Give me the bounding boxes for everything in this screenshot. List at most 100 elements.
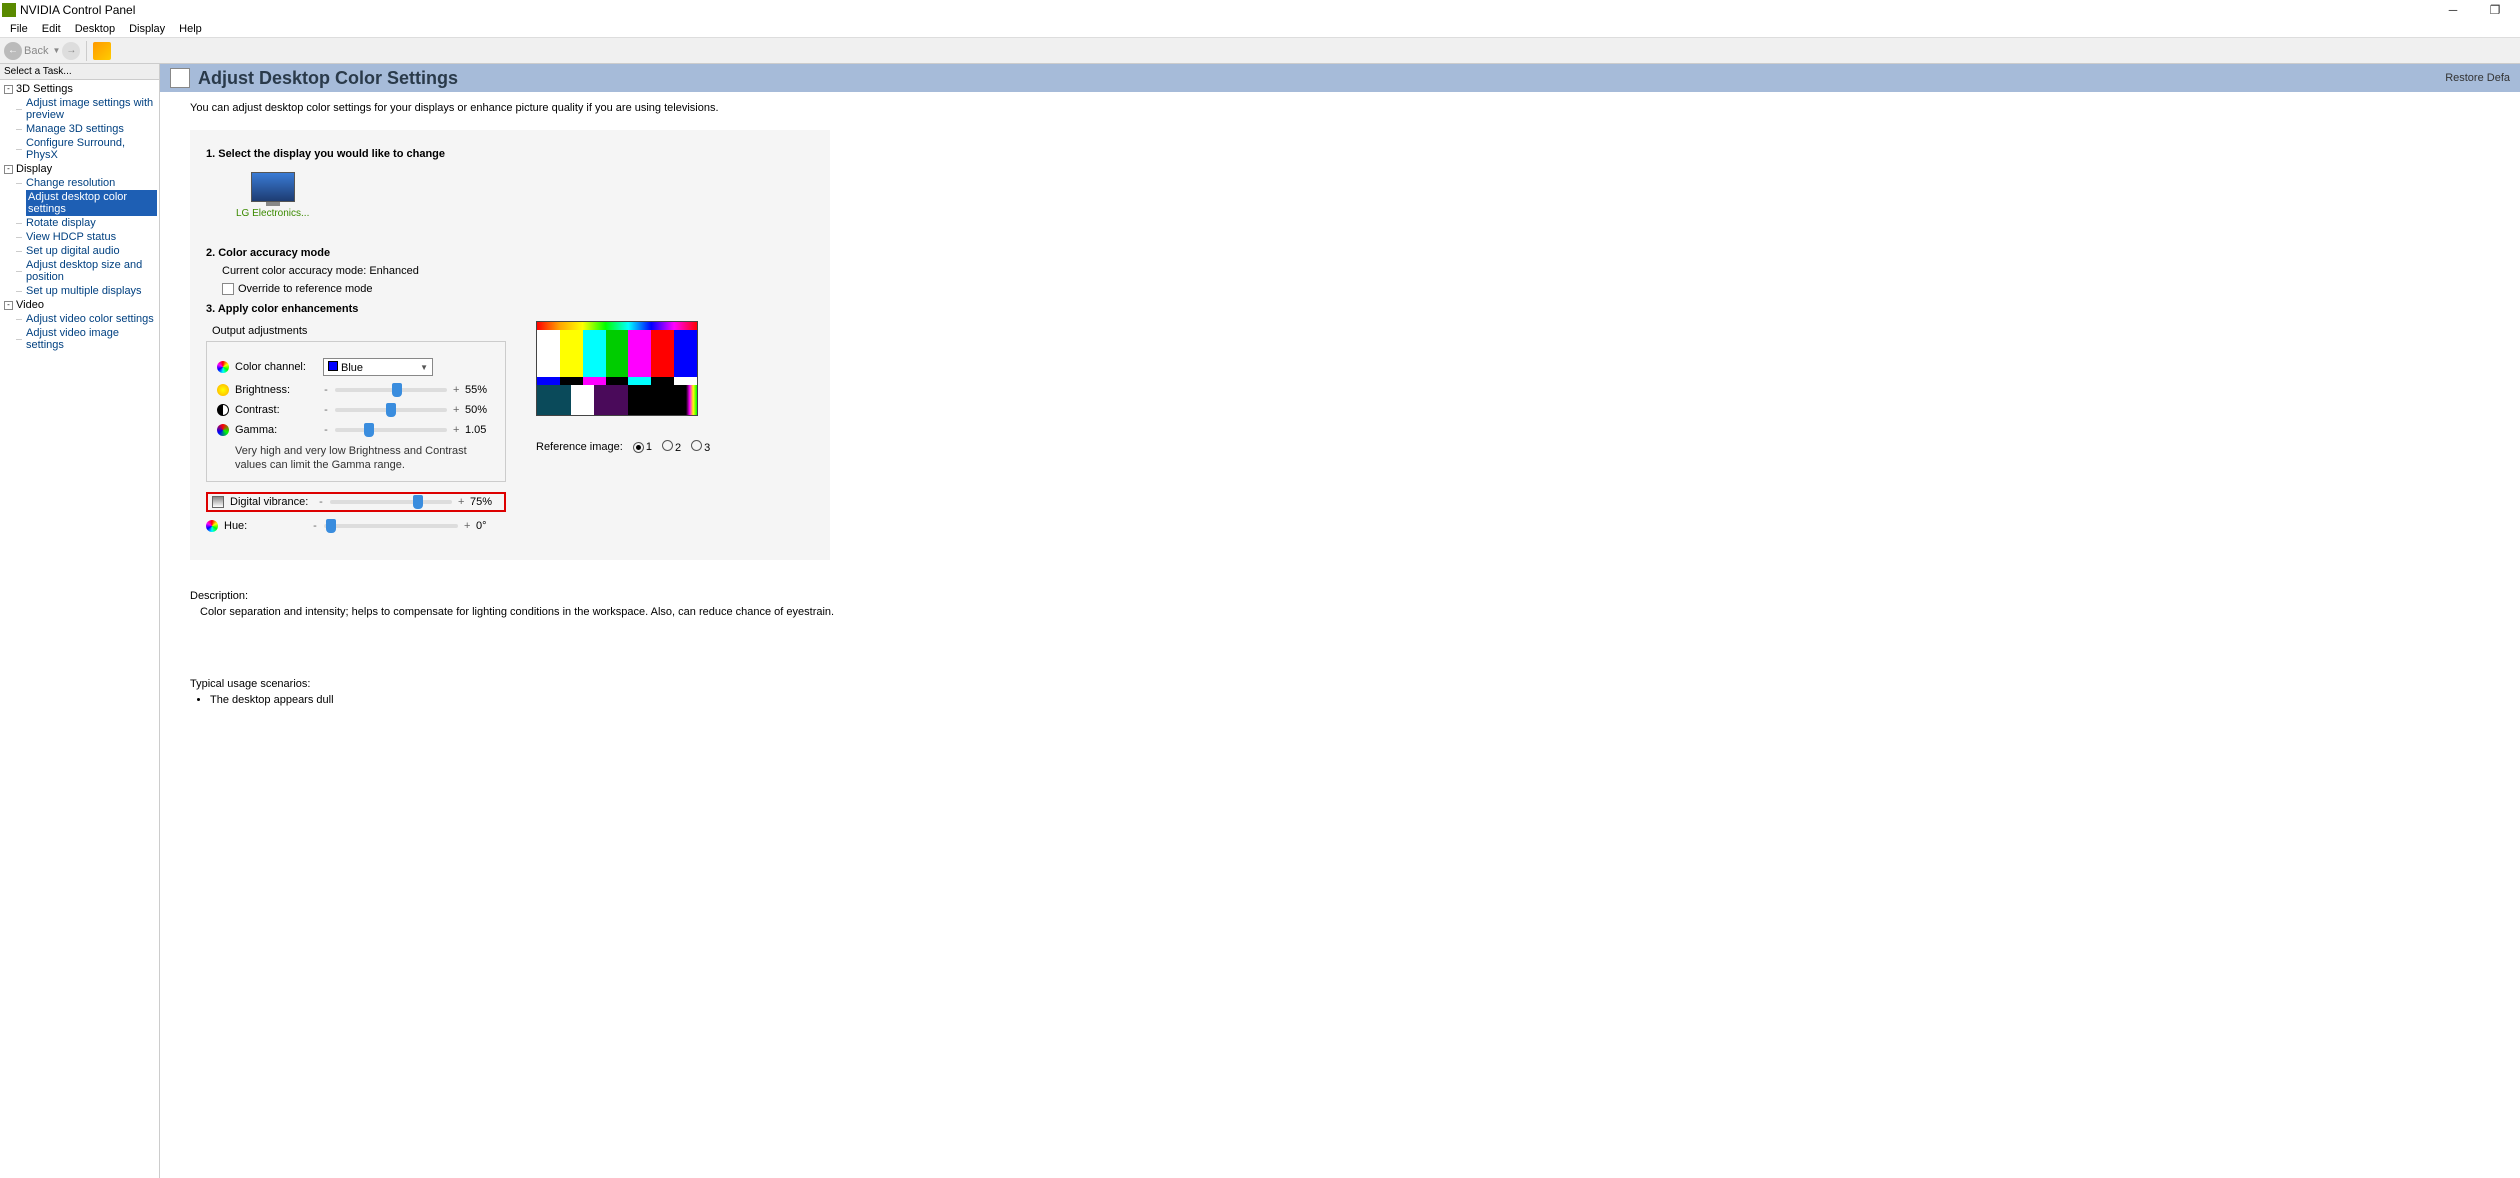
display-name: LG Electronics... (236, 208, 309, 219)
color-channel-label: Color channel: (235, 361, 317, 373)
home-button[interactable] (93, 42, 111, 60)
color-channel-select[interactable]: Blue ▼ (323, 358, 433, 376)
sidebar-header: Select a Task... (0, 64, 159, 80)
hue-label: Hue: (224, 520, 306, 532)
ref-image-label: Reference image: (536, 441, 623, 453)
chevron-down-icon: ▼ (420, 363, 428, 372)
slider-thumb[interactable] (413, 495, 423, 509)
vibrance-icon (212, 496, 224, 508)
gamma-note: Very high and very low Brightness and Co… (235, 444, 495, 473)
settings-panel: 1. Select the display you would like to … (190, 130, 830, 560)
content-header: Adjust Desktop Color Settings Restore De… (160, 64, 2520, 92)
brightness-icon (217, 384, 229, 396)
forward-button[interactable]: → (62, 42, 80, 60)
contrast-label: Contrast: (235, 404, 317, 416)
usage-label: Typical usage scenarios: (190, 678, 2490, 690)
reference-block: Reference image: 1 2 3 (536, 321, 710, 454)
task-tree: -3D Settings Adjust image settings with … (0, 80, 159, 354)
separator (86, 41, 87, 61)
tree-item-adjust-color[interactable]: Adjust desktop color settings (26, 190, 157, 216)
maximize-button[interactable]: ❐ (2480, 0, 2510, 20)
brightness-value: 55% (465, 384, 495, 396)
hue-icon (206, 520, 218, 532)
app-icon (2, 3, 16, 17)
override-checkbox[interactable] (222, 283, 234, 295)
slider-thumb[interactable] (364, 423, 374, 437)
rgb-icon (217, 361, 229, 373)
digital-vibrance-row: Digital vibrance: - + 75% (206, 492, 506, 512)
gamma-slider[interactable] (335, 428, 447, 432)
page-title: Adjust Desktop Color Settings (198, 68, 458, 89)
menu-edit[interactable]: Edit (36, 22, 67, 36)
contrast-icon (217, 404, 229, 416)
titlebar: NVIDIA Control Panel ─ ❐ (0, 0, 2520, 20)
reference-image (536, 321, 698, 416)
collapse-icon: - (4, 85, 13, 94)
tree-item-hdcp[interactable]: View HDCP status (2, 230, 157, 244)
slider-thumb[interactable] (326, 519, 336, 533)
tree-item-surround[interactable]: Configure Surround, PhysX (2, 136, 157, 162)
gamma-icon (217, 424, 229, 436)
blue-swatch-icon (328, 361, 338, 371)
vibrance-label: Digital vibrance: (230, 496, 312, 508)
slider-thumb[interactable] (392, 383, 402, 397)
tree-item-video-image[interactable]: Adjust video image settings (2, 326, 157, 352)
minimize-button[interactable]: ─ (2438, 0, 2468, 20)
contrast-slider[interactable] (335, 408, 447, 412)
override-label: Override to reference mode (238, 283, 373, 295)
ref-radio-3[interactable] (691, 440, 702, 451)
contrast-value: 50% (465, 404, 495, 416)
sidebar: Select a Task... -3D Settings Adjust ima… (0, 64, 160, 1178)
slider-thumb[interactable] (386, 403, 396, 417)
tree-item-adjust-image[interactable]: Adjust image settings with preview (2, 96, 157, 122)
menu-file[interactable]: File (4, 22, 34, 36)
tree-item-size-position[interactable]: Adjust desktop size and position (2, 258, 157, 284)
description-block: Description: Color separation and intens… (190, 590, 2490, 618)
tree-item-audio[interactable]: Set up digital audio (2, 244, 157, 258)
toolbar: ← Back ▼ → (0, 38, 2520, 64)
usage-item: The desktop appears dull (210, 694, 2490, 706)
monitor-icon (251, 172, 295, 202)
collapse-icon: - (4, 301, 13, 310)
chevron-down-icon: ▼ (52, 46, 60, 55)
brightness-slider[interactable] (335, 388, 447, 392)
tree-item-multiple[interactable]: Set up multiple displays (2, 284, 157, 298)
menu-help[interactable]: Help (173, 22, 208, 36)
output-adjust-box: Color channel: Blue ▼ Brightness: - (206, 341, 506, 482)
menubar: File Edit Desktop Display Help (0, 20, 2520, 38)
app-title: NVIDIA Control Panel (20, 3, 135, 17)
tree-group-3d[interactable]: -3D Settings (2, 82, 157, 96)
menu-desktop[interactable]: Desktop (69, 22, 121, 36)
hue-value: 0° (476, 520, 506, 532)
display-selector[interactable]: LG Electronics... (236, 172, 309, 219)
intro-text: You can adjust desktop color settings fo… (190, 102, 2490, 114)
ref-radio-1[interactable] (633, 442, 644, 453)
back-icon: ← (4, 42, 22, 60)
section-1-label: 1. Select the display you would like to … (206, 148, 814, 160)
tree-group-display[interactable]: -Display (2, 162, 157, 176)
content: Adjust Desktop Color Settings Restore De… (160, 64, 2520, 1178)
vibrance-slider[interactable] (330, 500, 452, 504)
tree-item-video-color[interactable]: Adjust video color settings (2, 312, 157, 326)
section-3-label: 3. Apply color enhancements (206, 303, 814, 315)
description-text: Color separation and intensity; helps to… (200, 606, 2490, 618)
current-mode-text: Current color accuracy mode: Enhanced (222, 265, 814, 277)
brightness-label: Brightness: (235, 384, 317, 396)
gamma-value: 1.05 (465, 424, 495, 436)
ref-radio-2[interactable] (662, 440, 673, 451)
menu-display[interactable]: Display (123, 22, 171, 36)
gamma-label: Gamma: (235, 424, 317, 436)
restore-defaults-link[interactable]: Restore Defa (2445, 72, 2510, 84)
page-icon (170, 68, 190, 88)
collapse-icon: - (4, 165, 13, 174)
usage-block: Typical usage scenarios: The desktop app… (190, 678, 2490, 706)
tree-item-manage-3d[interactable]: Manage 3D settings (2, 122, 157, 136)
output-adjust-label: Output adjustments (212, 325, 506, 337)
section-2-label: 2. Color accuracy mode (206, 247, 814, 259)
vibrance-value: 75% (470, 496, 500, 508)
back-button[interactable]: ← Back ▼ (4, 42, 60, 60)
tree-item-change-resolution[interactable]: Change resolution (2, 176, 157, 190)
tree-group-video[interactable]: -Video (2, 298, 157, 312)
hue-slider[interactable] (324, 524, 458, 528)
tree-item-rotate[interactable]: Rotate display (2, 216, 157, 230)
